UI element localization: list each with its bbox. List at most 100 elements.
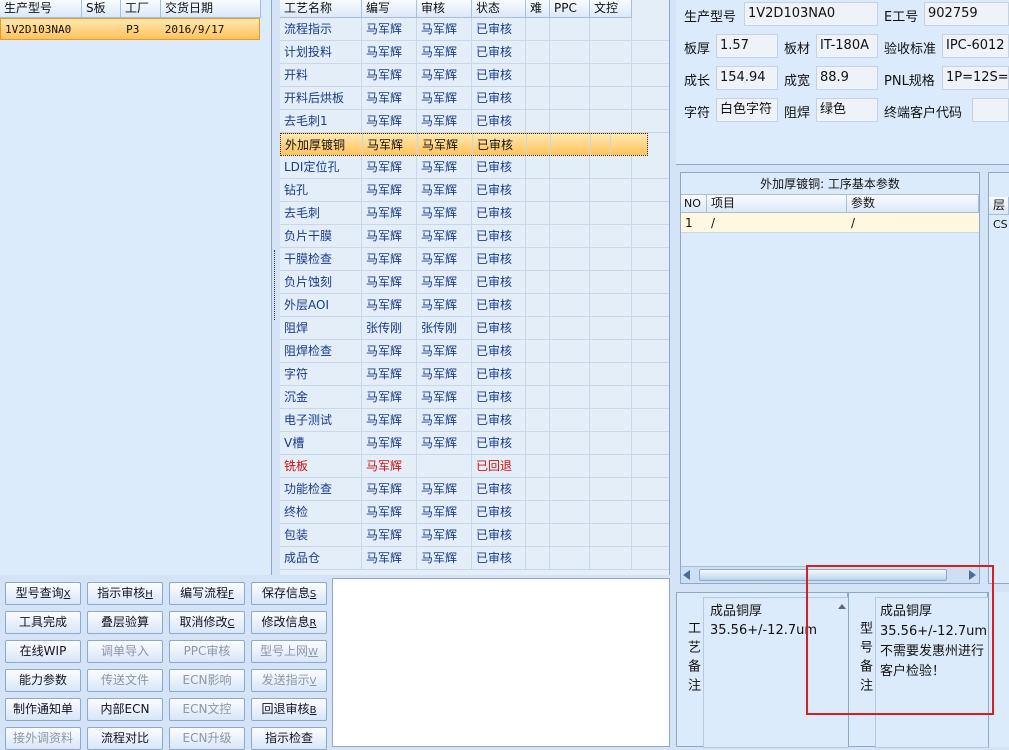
table-row[interactable]: 沉金 马军辉 马军辉 已审核: [280, 386, 669, 409]
process-cell: [590, 547, 632, 569]
table-row[interactable]: 去毛刺 马军辉 马军辉 已审核: [280, 202, 669, 225]
table-row[interactable]: 电子测试 马军辉 马军辉 已审核: [280, 409, 669, 432]
table-row[interactable]: 铣板 马军辉 已回退: [280, 455, 669, 478]
column-header[interactable]: 审核: [417, 0, 472, 18]
column-header[interactable]: 工艺名称: [280, 0, 362, 18]
column-header[interactable]: 文控: [590, 0, 632, 18]
action-button[interactable]: 在线WIP: [5, 640, 81, 663]
process-cell: [526, 501, 550, 523]
table-row[interactable]: 开料后烘板 马军辉 马军辉 已审核: [280, 87, 669, 110]
process-cell: [590, 110, 632, 132]
order-list[interactable]: 生产型号 S板 工厂 交货日期 1V2D103NA0 P3 2016/9/17: [0, 0, 272, 575]
length-field[interactable]: 154.94: [716, 66, 778, 90]
column-header[interactable]: 工厂: [121, 0, 161, 18]
action-button[interactable]: ECN影响: [169, 669, 245, 692]
column-header[interactable]: 层: [989, 197, 1009, 215]
eno-field[interactable]: 902759: [924, 2, 1009, 26]
action-button[interactable]: ECN文控: [169, 698, 245, 721]
action-button[interactable]: 保存信息S: [251, 582, 327, 605]
process-cell: [550, 64, 590, 86]
material-field[interactable]: IT-180A: [816, 34, 878, 58]
process-reviewer: 马军辉: [417, 363, 472, 385]
table-row[interactable]: 功能检查 马军辉 马军辉 已审核: [280, 478, 669, 501]
model-field[interactable]: 1V2D103NA0: [744, 2, 878, 26]
customer-field[interactable]: [972, 98, 1009, 122]
process-reviewer: 马军辉: [417, 340, 472, 362]
action-button[interactable]: 指示审核H: [87, 582, 163, 605]
column-header[interactable]: 难: [526, 0, 550, 18]
button-label: 内部ECN: [100, 702, 150, 716]
process-cell: [590, 409, 632, 431]
column-header[interactable]: 项目: [707, 195, 847, 213]
action-button[interactable]: 能力参数: [5, 669, 81, 692]
table-row[interactable]: 成品仓 马军辉 马军辉 已审核: [280, 547, 669, 570]
process-writer: 马军辉: [362, 271, 417, 293]
width-field[interactable]: 88.9: [816, 66, 878, 90]
process-cell: [550, 409, 590, 431]
column-header[interactable]: S板: [82, 0, 121, 18]
scroll-left-icon[interactable]: [683, 570, 690, 580]
button-label: ECN影响: [182, 673, 232, 687]
action-button[interactable]: 取消修改C: [169, 611, 245, 634]
pnl-field[interactable]: 1P=12S=: [942, 66, 1009, 90]
column-header[interactable]: NO: [681, 195, 707, 213]
table-row[interactable]: 流程指示 马军辉 马军辉 已审核: [280, 18, 669, 41]
action-button[interactable]: 型号查询X: [5, 582, 81, 605]
column-header[interactable]: PPC: [550, 0, 590, 18]
action-button[interactable]: 回退审核B: [251, 698, 327, 721]
process-row-selected[interactable]: 外加厚镀铜 马军辉 马军辉 已审核: [280, 133, 648, 156]
action-button[interactable]: 型号上网W: [251, 640, 327, 663]
button-label: 调单导入: [100, 644, 149, 658]
action-button[interactable]: 编写流程F: [169, 582, 245, 605]
table-row[interactable]: 钻孔 马军辉 马军辉 已审核: [280, 179, 669, 202]
table-row[interactable]: 字符 马军辉 马军辉 已审核: [280, 363, 669, 386]
action-button[interactable]: 工具完成: [5, 611, 81, 634]
table-row[interactable]: 外层AOI 马军辉 马军辉 已审核: [280, 294, 669, 317]
table-row[interactable]: 负片蚀刻 马军辉 马军辉 已审核: [280, 271, 669, 294]
table-row[interactable]: V槽 马军辉 马军辉 已审核: [280, 432, 669, 455]
thickness-field[interactable]: 1.57: [716, 34, 778, 58]
table-row[interactable]: 包装 马军辉 马军辉 已审核: [280, 524, 669, 547]
table-row[interactable]: 负片干膜 马军辉 马军辉 已审核: [280, 225, 669, 248]
column-header[interactable]: 编写: [362, 0, 417, 18]
standard-field[interactable]: IPC-6012: [942, 34, 1009, 58]
action-button[interactable]: 叠层验算: [87, 611, 163, 634]
button-shortcut: X: [63, 589, 71, 600]
process-writer: 马军辉: [362, 409, 417, 431]
process-writer: 马军辉: [362, 478, 417, 500]
column-header[interactable]: 交货日期: [161, 0, 261, 18]
column-header[interactable]: 参数: [847, 195, 979, 213]
column-header[interactable]: 状态: [472, 0, 526, 18]
table-row[interactable]: 去毛刺1 马军辉 马军辉 已审核: [280, 110, 669, 133]
action-button[interactable]: 修改信息R: [251, 611, 327, 634]
table-row[interactable]: LDI定位孔 马军辉 马军辉 已审核: [280, 156, 669, 179]
action-button[interactable]: PPC审核: [169, 640, 245, 663]
action-button[interactable]: 传送文件: [87, 669, 163, 692]
process-grid[interactable]: 工艺名称 编写 审核 状态难 PPC 文控 流程指示 马军辉 马军辉 已审核 计划投料 马军辉 马军辉…: [280, 0, 670, 575]
button-label: 保存信息: [261, 586, 310, 600]
table-row[interactable]: 干膜检查 马军辉 马军辉 已审核: [280, 248, 669, 271]
action-button[interactable]: 制作通知单: [5, 698, 81, 721]
process-name: 去毛刺1: [280, 110, 362, 132]
action-button[interactable]: 发送指示V: [251, 669, 327, 692]
table-row[interactable]: 阻焊检查 马军辉 马军辉 已审核: [280, 340, 669, 363]
splitter-handle[interactable]: [272, 0, 280, 575]
process-reviewer: 马军辉: [417, 271, 472, 293]
param-item: /: [711, 216, 716, 230]
button-label: 型号上网: [260, 644, 309, 658]
char-field[interactable]: 白色字符: [716, 98, 778, 122]
process-cell: [550, 225, 590, 247]
order-row-selected[interactable]: 1V2D103NA0 P3 2016/9/17: [0, 18, 260, 40]
table-row[interactable]: 终检 马军辉 马军辉 已审核: [280, 501, 669, 524]
table-row[interactable]: 开料 马军辉 马军辉 已审核: [280, 64, 669, 87]
table-row[interactable]: 1 / /: [681, 213, 979, 233]
process-cell: [526, 547, 550, 569]
action-button[interactable]: 调单导入: [87, 640, 163, 663]
table-row[interactable]: 计划投料 马军辉 马军辉 已审核: [280, 41, 669, 64]
mask-field[interactable]: 绿色: [816, 98, 878, 122]
action-button[interactable]: 内部ECN: [87, 698, 163, 721]
button-label: 接外调资料: [12, 731, 73, 745]
column-header[interactable]: 生产型号: [0, 0, 82, 18]
process-writer: 马军辉: [362, 524, 417, 546]
table-row[interactable]: 阻焊 张传刚 张传刚 已审核: [280, 317, 669, 340]
